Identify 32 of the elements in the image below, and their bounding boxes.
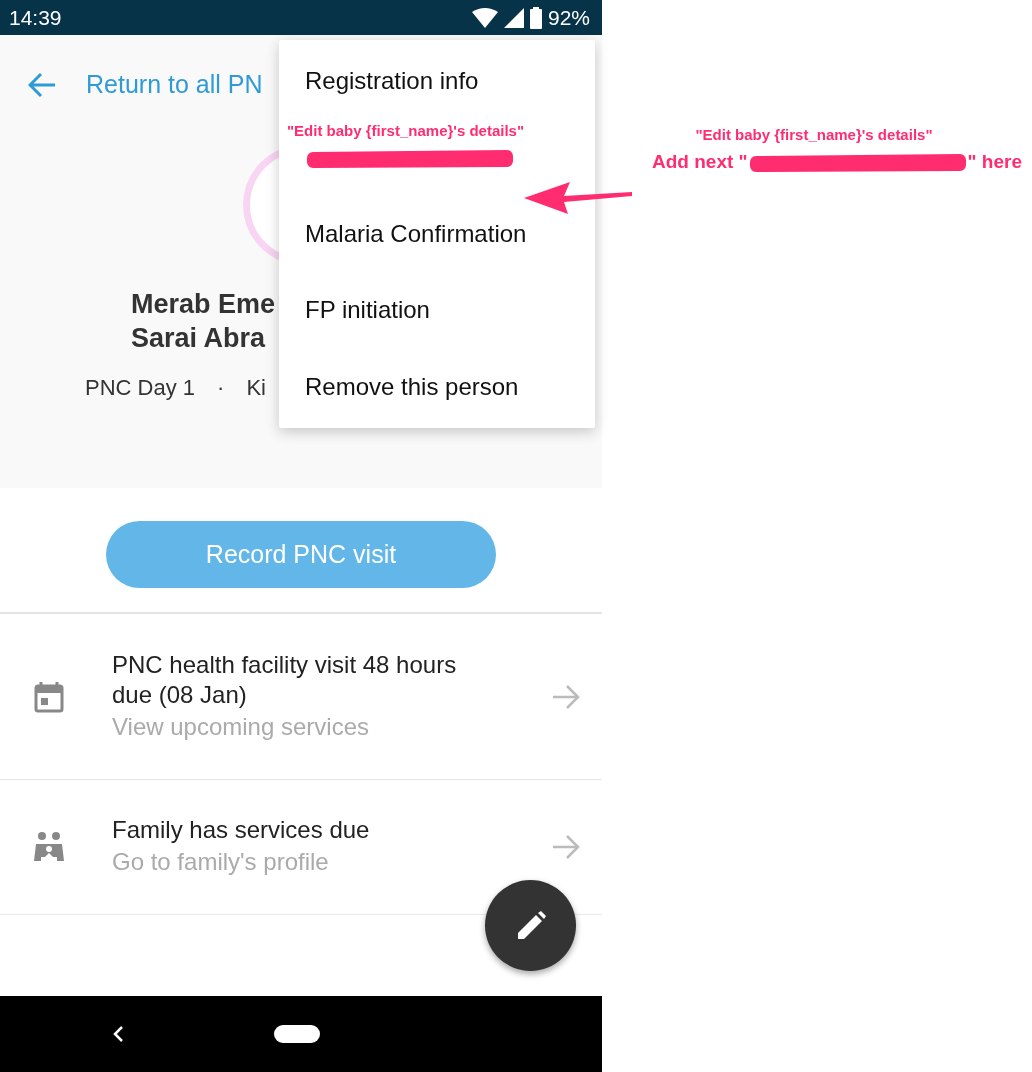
annotation-text: "Edit baby {first_name}'s details": [287, 122, 525, 140]
annotation-text: "Edit baby {first_name}'s details": [695, 126, 933, 143]
home-button[interactable]: [274, 1025, 320, 1043]
client-meta: Ki: [246, 375, 266, 401]
family-icon: [34, 831, 64, 863]
menu-item[interactable]: Remove this person: [279, 348, 595, 426]
service-row[interactable]: PNC health facility visit 48 hours due (08 Jan) View upcoming services: [0, 614, 602, 780]
annotation-text: Add next ": [652, 151, 748, 173]
back-icon[interactable]: [112, 1025, 124, 1043]
wifi-icon: [471, 7, 498, 28]
back-arrow-icon[interactable]: [28, 71, 56, 98]
signal-icon: [503, 7, 524, 28]
battery-level: 92%: [547, 5, 590, 30]
edit-fab[interactable]: [485, 880, 576, 971]
calendar-icon: [34, 680, 64, 713]
annotation-text: " here: [967, 151, 1022, 173]
menu-item[interactable]: Registration info: [279, 43, 595, 120]
battery-icon: [529, 6, 542, 29]
arrow-icon: [552, 835, 580, 859]
service-title: Family has services due: [112, 815, 371, 845]
clock: 14:39: [9, 5, 62, 30]
service-title: PNC health facility visit 48 hours due (08 Jan): [112, 649, 458, 710]
pencil-icon: [515, 910, 546, 941]
client-meta: ·: [217, 375, 225, 401]
service-subtitle: Go to family's profile: [112, 847, 330, 877]
client-name: Sarai Abra: [131, 322, 266, 355]
service-subtitle: View upcoming services: [112, 711, 370, 742]
client-meta: PNC Day 1: [85, 375, 196, 401]
client-name: Merab Eme: [131, 288, 276, 321]
menu-item[interactable]: Malaria Confirmation: [279, 195, 595, 273]
arrow-icon: [552, 684, 580, 709]
menu-item[interactable]: FP initiation: [279, 272, 595, 349]
